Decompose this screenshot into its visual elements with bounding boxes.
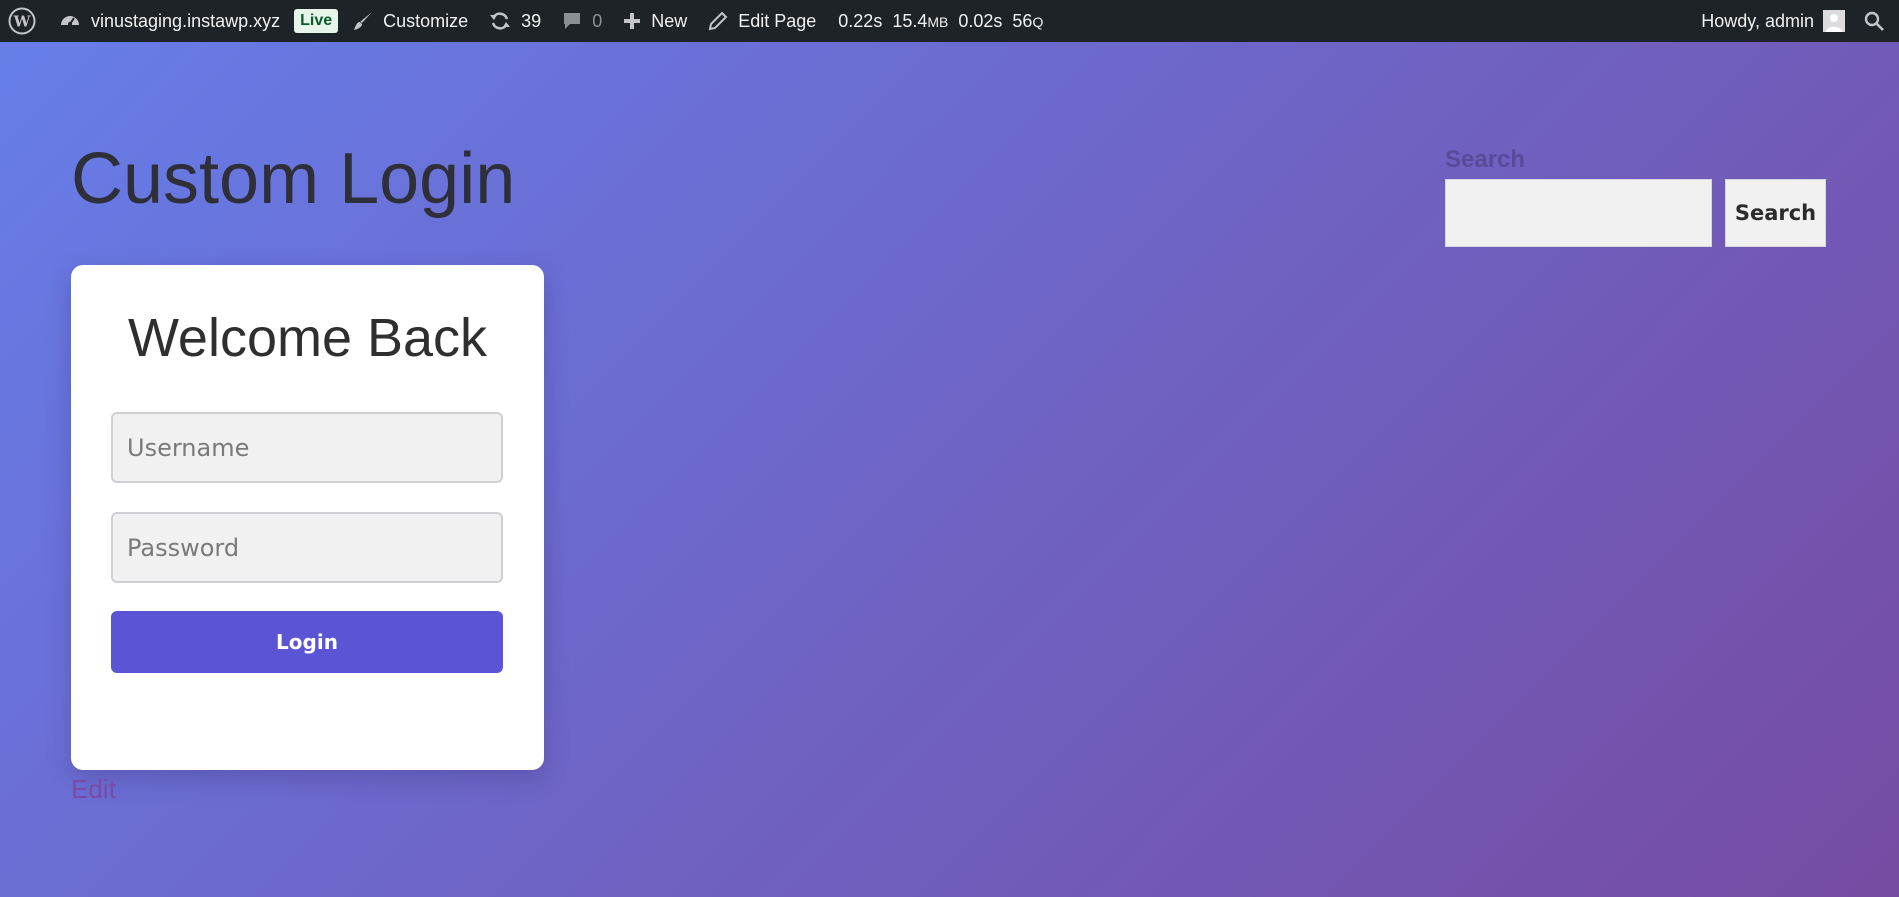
updates-icon: [488, 9, 512, 33]
qm-memory-unit: MB: [927, 13, 949, 30]
edit-page-label: Edit Page: [738, 10, 817, 31]
qm-page-time: 0.22s: [838, 10, 883, 31]
admin-bar-right: Howdy, admin: [1691, 0, 1899, 42]
username-input[interactable]: [111, 412, 503, 483]
plus-icon: [622, 11, 642, 31]
qm-db-time: 0.02s: [958, 10, 1003, 31]
brush-icon: [352, 10, 374, 32]
qm-queries-unit: Q: [1032, 13, 1044, 30]
search-widget-label: Search: [1445, 146, 1526, 173]
search-input[interactable]: [1445, 179, 1712, 247]
customize-menu[interactable]: Customize: [342, 0, 478, 42]
customize-label: Customize: [383, 10, 469, 31]
updates-count: 39: [521, 10, 542, 31]
comments-count: 0: [592, 10, 603, 31]
qm-queries: 56Q: [1012, 11, 1043, 32]
page-title: Custom Login: [71, 139, 516, 219]
comments-menu[interactable]: 0: [551, 0, 612, 42]
updates-menu[interactable]: 39: [478, 0, 551, 42]
admin-bar-search[interactable]: [1855, 0, 1899, 42]
query-monitor-menu[interactable]: 0.22s 15.4MB 0.02s 56Q: [826, 0, 1055, 42]
comment-icon: [561, 10, 583, 32]
live-badge: Live: [294, 9, 339, 33]
admin-bar-left: W vinustaging.instawp.xyz Live Customize…: [0, 0, 1055, 42]
my-account-menu[interactable]: Howdy, admin: [1691, 0, 1855, 42]
edit-link[interactable]: Edit: [71, 774, 116, 805]
site-name-menu[interactable]: vinustaging.instawp.xyz: [48, 0, 290, 42]
password-input[interactable]: [111, 512, 503, 583]
search-button[interactable]: Search: [1725, 179, 1826, 247]
svg-text:W: W: [13, 13, 32, 31]
edit-page-menu[interactable]: Edit Page: [697, 0, 826, 42]
wordpress-menu[interactable]: W: [0, 0, 48, 42]
new-content-menu[interactable]: New: [612, 0, 697, 42]
pencil-icon: [707, 10, 729, 32]
dashboard-icon: [58, 9, 82, 33]
qm-memory-value: 15.4: [892, 10, 928, 31]
login-button[interactable]: Login: [111, 611, 503, 673]
admin-bar: W vinustaging.instawp.xyz Live Customize…: [0, 0, 1899, 42]
login-card: Welcome Back Login: [71, 265, 544, 770]
qm-queries-value: 56: [1012, 10, 1033, 31]
site-name: vinustaging.instawp.xyz: [91, 10, 281, 31]
new-label: New: [651, 10, 688, 31]
login-heading: Welcome Back: [127, 308, 488, 368]
avatar: [1823, 10, 1845, 32]
howdy-greeting: Howdy, admin: [1701, 10, 1814, 31]
wordpress-logo-icon: W: [8, 7, 36, 35]
search-icon: [1863, 10, 1885, 32]
qm-memory: 15.4MB: [892, 11, 948, 32]
